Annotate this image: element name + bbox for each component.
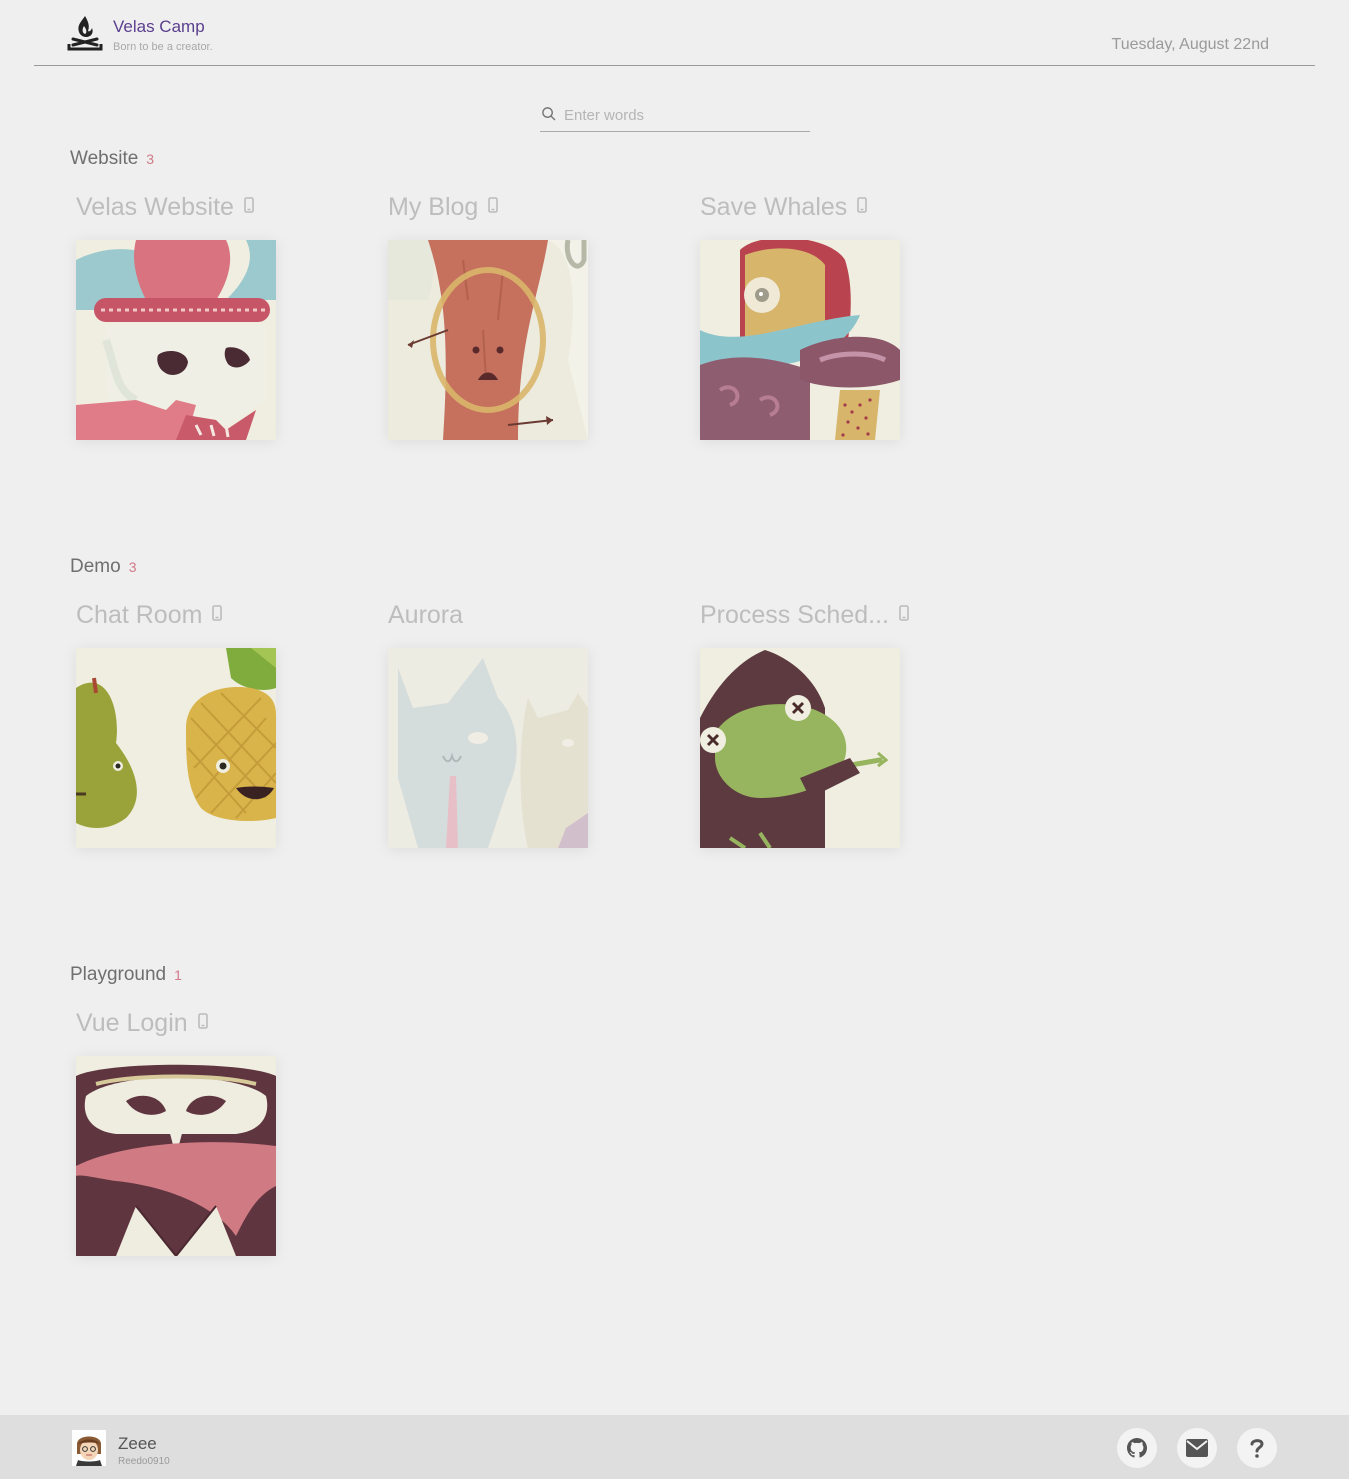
user-name[interactable]: Zeee [118,1434,157,1454]
card-title-text: Save Whales [700,193,848,221]
mobile-icon [857,197,868,213]
section-title: Playground [70,964,167,985]
mobile-icon [899,605,909,621]
help-icon [1250,1439,1264,1458]
card-thumbnail-hooded-cyclops[interactable] [700,240,900,440]
mobile-icon [488,197,499,213]
mobile-icon [212,605,223,621]
card-title-text: Velas Website [76,193,234,221]
campfire-logo-icon[interactable] [67,14,103,52]
section-count: 3 [146,151,155,167]
mobile-icon [197,1013,208,1029]
card-title-text: Vue Login [76,1009,188,1037]
help-button[interactable] [1237,1428,1277,1468]
search-icon [542,107,556,121]
section-demo-header: Demo 3 [70,556,136,578]
card-thumbnail-frog-wizard[interactable] [700,648,900,848]
card-title-text: Chat Room [76,601,203,629]
user-avatar[interactable] [72,1430,106,1466]
card-title[interactable]: My Blog [388,193,618,225]
card-thumbnail-cats-tie[interactable] [388,648,588,848]
card-title[interactable]: Aurora [388,601,618,633]
card-title[interactable]: Vue Login [76,1009,306,1041]
section-title: Demo [70,556,121,577]
card-thumbnail-jester-skull[interactable] [76,240,276,440]
github-button[interactable] [1117,1428,1157,1468]
section-title: Website [70,148,139,169]
github-icon [1127,1438,1147,1458]
search-input[interactable] [564,102,804,128]
mail-button[interactable] [1177,1428,1217,1468]
current-date: Tuesday, August 22nd [1111,36,1269,53]
card-title-text: Aurora [388,601,464,629]
mobile-icon [244,197,254,213]
card-thumbnail-pear-pineapple[interactable] [76,648,276,848]
mail-icon [1186,1439,1208,1457]
card-title[interactable]: Chat Room [76,601,306,633]
card-title[interactable]: Process Sched... [700,601,930,633]
card-title-text: My Blog [388,193,479,221]
card-title[interactable]: Save Whales [700,193,930,225]
card-title[interactable]: Velas Website [76,193,306,225]
section-playground-header: Playground 1 [70,964,182,986]
section-count: 1 [174,967,182,983]
card-thumbnail-owl-bandit[interactable] [76,1056,276,1256]
brand-name[interactable]: Velas Camp [113,17,205,37]
card-thumbnail-tree-arrows[interactable] [388,240,588,440]
brand-tagline: Born to be a creator. [113,41,213,53]
footer: Zeee Reedo0910 [0,1415,1349,1479]
section-count: 3 [128,559,137,575]
user-id: Reedo0910 [118,1456,170,1467]
search-bar [540,100,810,132]
section-website-header: Website 3 [70,148,154,170]
card-title-text: Process Sched... [700,601,889,629]
header: Velas Camp Born to be a creator. Tuesday… [34,0,1315,66]
